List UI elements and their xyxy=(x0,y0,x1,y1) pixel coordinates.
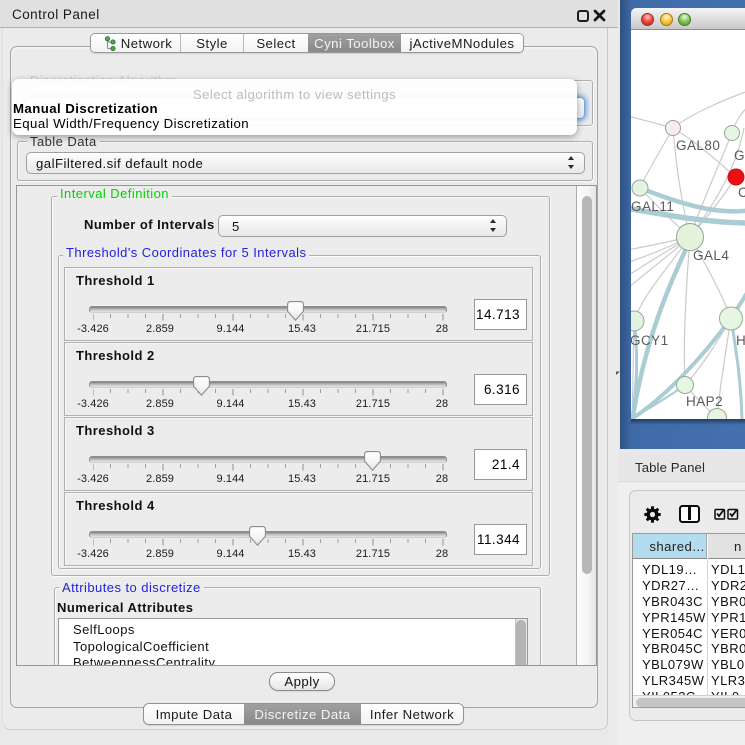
svg-text:HAP2: HAP2 xyxy=(686,394,723,409)
svg-text:GAL4: GAL4 xyxy=(693,248,729,263)
svg-text:GAL11: GAL11 xyxy=(631,199,674,214)
svg-text:C: C xyxy=(738,185,745,200)
svg-text:GCY1: GCY1 xyxy=(631,333,669,348)
svg-text:GAL80: GAL80 xyxy=(676,138,720,153)
svg-text:GA: GA xyxy=(734,148,745,163)
svg-text:H: H xyxy=(736,333,745,348)
